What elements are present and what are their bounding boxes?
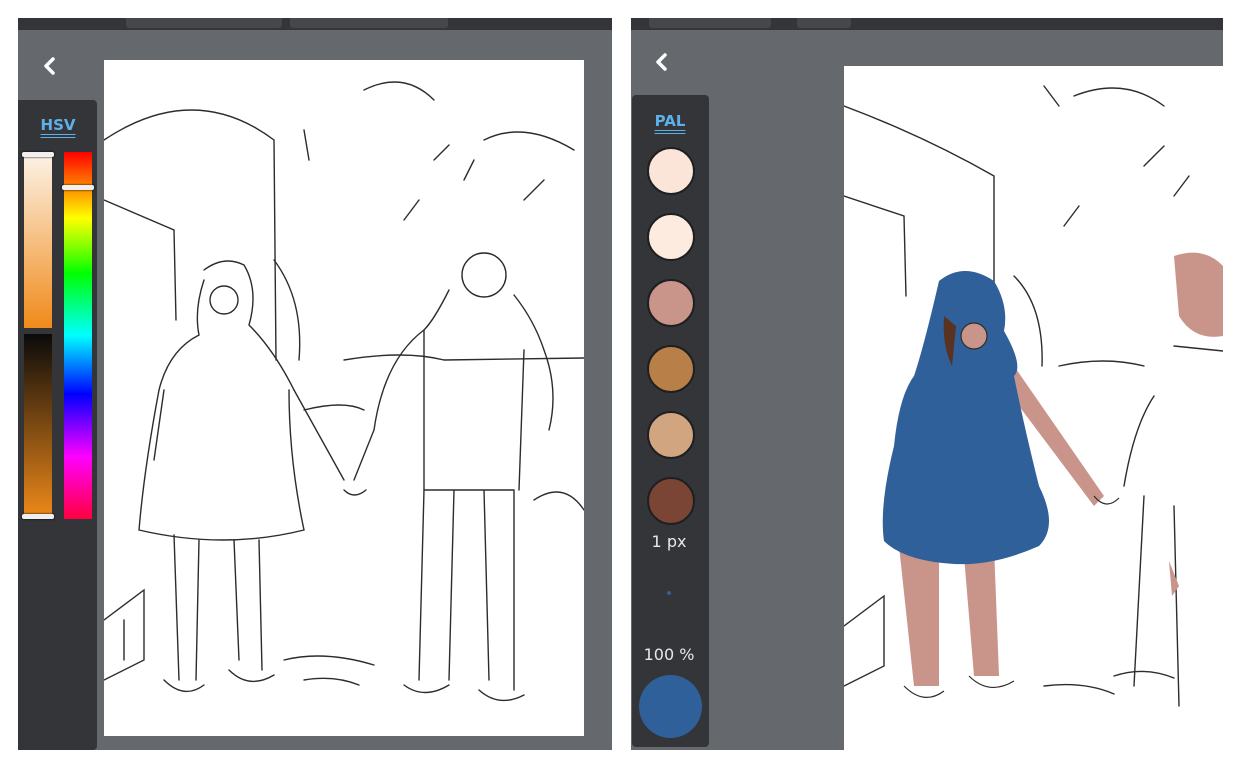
top-tab[interactable] xyxy=(649,18,771,28)
top-tab[interactable] xyxy=(290,18,448,28)
color-mode-hsv-link[interactable]: HSV xyxy=(28,116,88,134)
palette-swatch-cream[interactable] xyxy=(647,213,695,261)
back-button[interactable] xyxy=(30,46,70,86)
brush-size-label: 1 px xyxy=(651,532,687,551)
drawing-canvas[interactable] xyxy=(104,60,584,736)
current-color-swatch[interactable] xyxy=(639,675,702,738)
top-tab[interactable] xyxy=(126,18,282,28)
value-slider[interactable] xyxy=(22,334,54,519)
lineart-sketch xyxy=(104,81,584,702)
top-tab[interactable] xyxy=(797,18,851,28)
right-screen: PAL 1 px 100 % xyxy=(631,0,1223,768)
palette-mode-link[interactable]: PAL xyxy=(640,112,700,130)
palette-swatch-peach-light[interactable] xyxy=(647,147,695,195)
palette-swatch-caramel[interactable] xyxy=(647,345,695,393)
left-screen: HSV xyxy=(18,0,612,768)
palette-swatch-rose-tan[interactable] xyxy=(647,279,695,327)
saturation-slider[interactable] xyxy=(22,152,54,328)
back-button[interactable] xyxy=(642,42,682,82)
opacity-label: 100 % xyxy=(643,645,695,664)
value-slider-handle[interactable] xyxy=(22,514,54,519)
palette-tool-panel: PAL 1 px 100 % xyxy=(632,95,709,747)
chevron-left-icon xyxy=(44,57,55,75)
chevron-left-icon xyxy=(656,53,667,71)
drawing-canvas[interactable] xyxy=(844,66,1223,750)
color-tool-panel: HSV xyxy=(18,100,97,750)
saturation-slider-handle[interactable] xyxy=(22,152,54,157)
palette-swatch-sand[interactable] xyxy=(647,411,695,459)
hue-slider-handle[interactable] xyxy=(62,185,94,190)
colored-sketch xyxy=(844,85,1223,707)
hue-slider[interactable] xyxy=(62,152,94,519)
palette-swatch-brown[interactable] xyxy=(647,477,695,525)
brush-size-preview-dot[interactable] xyxy=(667,591,671,595)
